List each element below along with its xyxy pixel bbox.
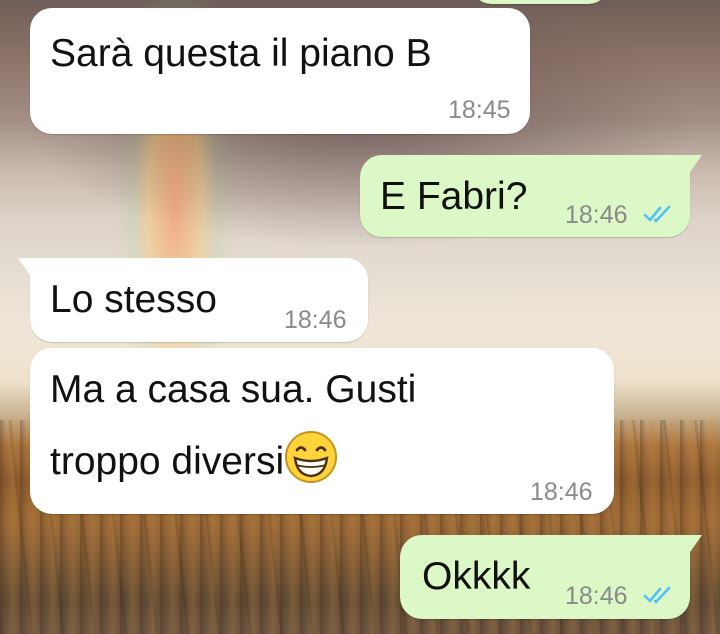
message-text: Okkkk [422,555,531,598]
message-bubble-outgoing[interactable]: E Fabri? 18:46 [360,155,702,237]
message-text: E Fabri? [380,175,528,218]
previous-message-bubble[interactable] [470,0,610,4]
message-bubble-incoming[interactable]: Lo stesso 18:46 [18,258,368,342]
message-text: Sarà questa il piano B [50,32,432,75]
message-timestamp: 18:46 [565,582,628,610]
message-timestamp: 18:45 [448,96,511,124]
double-check-icon [643,205,671,223]
message-timestamp: 18:46 [284,306,347,334]
grinning-face-icon [285,431,338,483]
message-bubble-incoming[interactable]: Ma a casa sua. Gusti troppo diversi 18:4… [30,348,614,514]
message-timestamp: 18:46 [530,478,593,506]
message-timestamp: 18:46 [565,201,628,229]
message-text: troppo diversi [50,440,285,483]
message-text: Lo stesso [50,278,217,321]
message-bubble-outgoing[interactable]: Okkkk 18:46 [400,535,702,619]
double-check-icon [643,586,671,604]
message-bubble-incoming[interactable]: Sarà questa il piano B 18:45 [30,8,530,134]
message-text-line: Ma a casa sua. Gusti [50,368,417,411]
message-text-line: troppo diversi [50,430,338,490]
